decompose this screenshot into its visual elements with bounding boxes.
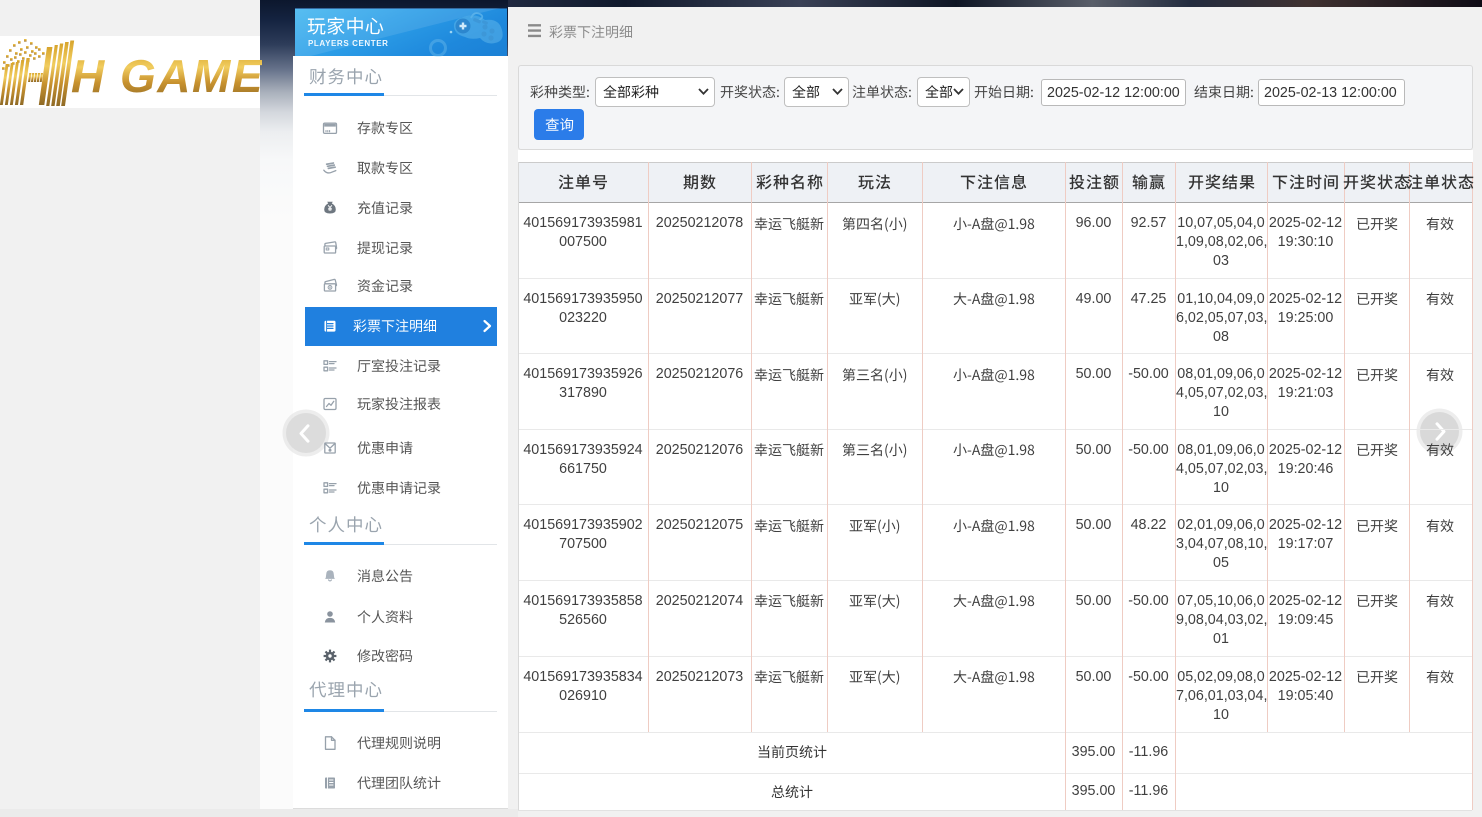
svg-text:H GAME: H GAME [71, 50, 262, 102]
